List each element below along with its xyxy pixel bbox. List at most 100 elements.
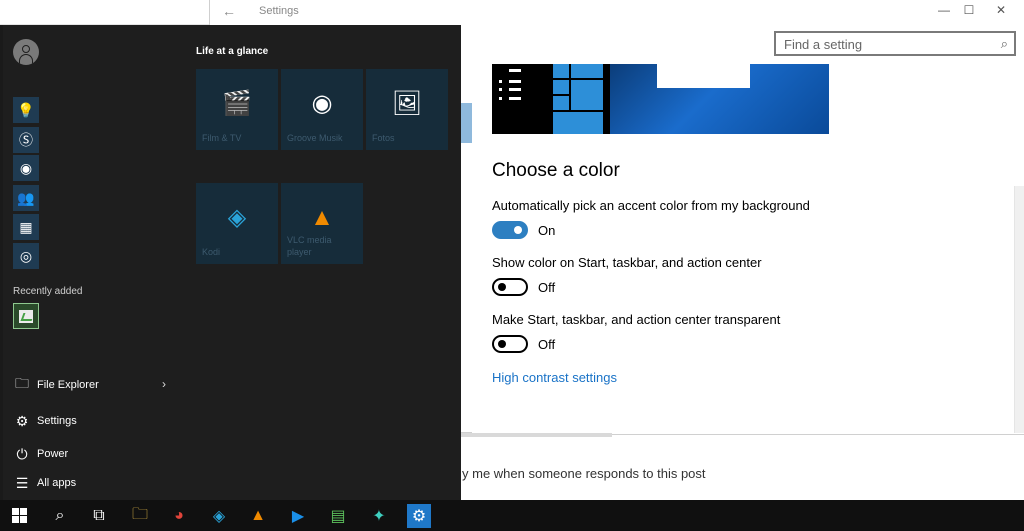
logo-pane xyxy=(20,516,27,523)
nav-selection-indicator xyxy=(461,103,472,143)
groove-disc-icon: ◉ xyxy=(311,90,333,117)
windows-start-icon[interactable] xyxy=(12,508,27,523)
title-bar: ← Settings — ☐ ✕ xyxy=(210,0,1024,24)
preview-menu-line xyxy=(509,97,521,100)
settings-item[interactable]: ⚙ Settings xyxy=(13,411,77,431)
back-arrow-icon[interactable]: ← xyxy=(222,3,236,19)
transparency-label: Make Start, taskbar, and action center t… xyxy=(492,312,781,327)
chevron-right-icon[interactable]: › xyxy=(162,377,166,391)
tile-kodi[interactable]: ◈ Kodi xyxy=(196,183,278,264)
toggle-knob xyxy=(498,283,506,291)
show-color-label: Show color on Start, taskbar, and action… xyxy=(492,255,762,270)
auto-accent-toggle[interactable] xyxy=(492,221,528,239)
search-icon[interactable]: ⌕ xyxy=(48,504,72,528)
clapperboard-icon: 🎬 xyxy=(222,90,252,117)
background-divider-line xyxy=(612,434,1024,435)
logo-pane xyxy=(12,508,19,515)
preview-menu-line xyxy=(509,69,521,72)
power-label: Power xyxy=(37,448,69,460)
start-menu: 💡 Ⓢ ◉ 👥 ▦ ◎ Recently added 🗀 File Explor… xyxy=(0,25,461,500)
preview-menu-line xyxy=(509,80,521,83)
kodi-icon: ◈ xyxy=(227,204,247,231)
close-icon[interactable]: ✕ xyxy=(988,3,1014,21)
preview-menu-dot xyxy=(499,80,502,83)
preview-tile xyxy=(553,112,603,134)
show-color-toggle[interactable] xyxy=(492,278,528,296)
user-avatar[interactable] xyxy=(13,39,39,65)
tile-groove-musik[interactable]: ◉ Groove Musik xyxy=(281,69,363,150)
high-contrast-link[interactable]: High contrast settings xyxy=(492,370,617,385)
start-rail xyxy=(0,25,3,500)
search-icon[interactable]: ⌕ xyxy=(1001,36,1008,52)
tile-label: Film & TV xyxy=(202,133,242,143)
preview-menu-dot xyxy=(499,88,502,91)
people-icon[interactable]: 👥 xyxy=(13,185,39,211)
file-explorer-icon[interactable]: 🗀 xyxy=(128,504,152,528)
camera-app-icon[interactable]: ◎ xyxy=(13,243,39,269)
puzzle-app-icon[interactable]: ✦ xyxy=(367,504,391,528)
toggle-knob xyxy=(498,340,506,348)
vlc-cone-icon: ▲ xyxy=(310,204,334,231)
tile-label: VLC media player xyxy=(287,235,332,257)
all-apps-label: All apps xyxy=(37,477,77,489)
skype-icon[interactable]: Ⓢ xyxy=(13,127,39,153)
settings-label: Settings xyxy=(37,415,77,427)
notify-checkbox-label[interactable]: y me when someone responds to this post xyxy=(462,466,706,481)
logo-pane xyxy=(12,516,19,523)
taskbar: ⌕ ⧉ 🗀 ◕ ◈ ▲ ▶ ▤ ✦ ⚙ xyxy=(0,500,1024,531)
folder-icon: 🗀 xyxy=(15,375,29,391)
vlc-cone-icon[interactable]: ▲ xyxy=(246,504,270,528)
theme-preview-image xyxy=(492,64,829,134)
gear-icon[interactable]: ⚙ xyxy=(407,504,431,528)
maximize-icon[interactable]: ☐ xyxy=(956,3,982,21)
preview-menu-line xyxy=(509,88,521,91)
photo-icon: 🖼 xyxy=(391,90,423,117)
play-icon[interactable]: ▶ xyxy=(286,504,310,528)
calculator-icon[interactable]: ▦ xyxy=(13,214,39,240)
kodi-icon[interactable]: ◈ xyxy=(207,504,231,528)
preview-tile xyxy=(571,80,603,110)
lightbulb-app-icon[interactable]: 💡 xyxy=(13,97,39,123)
tile-label: Kodi xyxy=(202,247,221,257)
preview-tile xyxy=(571,64,603,78)
file-explorer-label: File Explorer xyxy=(37,379,99,391)
preview-menu-dot xyxy=(499,97,502,100)
tile-fotos[interactable]: 🖼 Fotos xyxy=(366,69,448,150)
notepad-app-icon[interactable]: ▤ xyxy=(326,504,350,528)
avatar-head xyxy=(22,45,30,53)
background-divider xyxy=(460,433,612,437)
chrome-icon[interactable]: ◕ xyxy=(167,504,191,528)
task-view-icon[interactable]: ⧉ xyxy=(87,504,111,528)
minimize-icon[interactable]: — xyxy=(931,3,957,21)
tiles-group-header: Life at a glance xyxy=(196,46,269,57)
preview-window xyxy=(657,64,750,88)
file-explorer-item[interactable]: 🗀 File Explorer xyxy=(13,375,99,395)
tile-label: Groove Musik xyxy=(287,133,343,143)
power-icon: ⏻ xyxy=(16,445,28,462)
tile-vlc[interactable]: ▲ VLC media player xyxy=(281,183,363,264)
recently-added-label: Recently added xyxy=(13,286,83,297)
avatar-body xyxy=(19,54,33,64)
recent-app-icon[interactable] xyxy=(13,303,39,329)
all-apps-item[interactable]: ☰ All apps xyxy=(13,473,76,493)
search-placeholder: Find a setting xyxy=(784,37,863,52)
preview-tile xyxy=(553,96,569,110)
webcam-icon[interactable]: ◉ xyxy=(13,155,39,181)
auto-accent-label: Automatically pick an accent color from … xyxy=(492,198,810,213)
background-top-strip xyxy=(0,0,210,25)
tile-label: Fotos xyxy=(372,133,395,143)
preview-tile xyxy=(553,64,569,78)
preview-tile xyxy=(553,80,569,94)
window-title: Settings xyxy=(259,5,299,17)
logo-pane xyxy=(20,508,27,515)
tile-film-tv[interactable]: 🎬 Film & TV xyxy=(196,69,278,150)
show-color-state: Off xyxy=(538,280,556,295)
auto-accent-state: On xyxy=(538,223,556,238)
scrollbar[interactable] xyxy=(1014,186,1024,433)
transparency-toggle[interactable] xyxy=(492,335,528,353)
toggle-knob xyxy=(514,226,522,234)
power-item[interactable]: ⏻ Power xyxy=(13,444,68,464)
list-icon: ☰ xyxy=(15,474,29,491)
search-input[interactable]: Find a setting ⌕ xyxy=(774,31,1016,56)
transparency-state: Off xyxy=(538,337,556,352)
